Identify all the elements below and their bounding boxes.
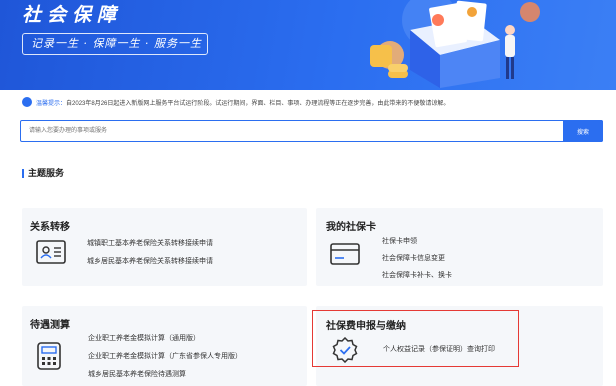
banner: 社会保障 记录一生 · 保障一生 · 服务一生 xyxy=(0,0,616,90)
banner-slogan: 记录一生 · 保障一生 · 服务一生 xyxy=(22,33,208,55)
card-relation-transfer: 关系转移 城镇职工基本养老保险关系转移接续申请 城乡居民基本养老保险关系转移接续… xyxy=(22,208,307,286)
id-card-icon xyxy=(36,240,66,264)
card-item-link[interactable]: 城乡居民基本养老保险待遇测算 xyxy=(88,369,186,379)
bank-card-icon xyxy=(330,243,360,265)
search-bar: 搜索 xyxy=(20,120,603,142)
card-title: 社保费申报与缴纳 xyxy=(326,321,406,332)
card-item-link[interactable]: 个人权益记录（参保证明）查询打印 xyxy=(383,344,495,354)
search-button[interactable]: 搜索 xyxy=(563,120,603,142)
card-item-link[interactable]: 城乡居民基本养老保险关系转移接续申请 xyxy=(87,256,213,266)
card-item-link[interactable]: 城镇职工基本养老保险关系转移接续申请 xyxy=(87,238,213,248)
notice-bar: 温馨提示：自2023年8月26日起进入新版网上服务平台试运行阶段。试运行期间，界… xyxy=(22,97,602,110)
notice-label: 温馨提示： xyxy=(36,101,67,107)
verified-badge-icon xyxy=(332,337,358,363)
card-title: 关系转移 xyxy=(30,222,70,233)
card-item-link[interactable]: 社会保障卡补卡、换卡 xyxy=(382,270,452,280)
card-title: 待遇测算 xyxy=(30,320,70,331)
notice-text: 自2023年8月26日起进入新版网上服务平台试运行阶段。试运行期间，界面、栏目、… xyxy=(66,101,450,107)
banner-title: 社会保障 xyxy=(22,4,123,26)
card-contribution: 社保费申报与缴纳 个人权益记录（参保证明）查询打印 xyxy=(312,306,603,386)
card-benefit-calc: 待遇测算 企业职工养老金模拟计算（通用版） 企业职工养老金模拟计算（广东省参保人… xyxy=(22,306,307,386)
banner-illustration xyxy=(370,0,540,88)
search-input[interactable] xyxy=(21,121,561,141)
calculator-icon xyxy=(37,342,61,370)
card-item-link[interactable]: 企业职工养老金模拟计算（广东省参保人专用版） xyxy=(88,351,242,361)
section-title: 主题服务 xyxy=(22,168,64,179)
bullhorn-icon xyxy=(22,97,32,108)
card-title: 我的社保卡 xyxy=(326,222,376,233)
card-item-link[interactable]: 企业职工养老金模拟计算（通用版） xyxy=(88,333,200,343)
card-my-social-card: 我的社保卡 社保卡申领 社会保障卡信息变更 社会保障卡补卡、换卡 xyxy=(316,208,603,286)
card-item-link[interactable]: 社保卡申领 xyxy=(382,236,417,246)
card-item-link[interactable]: 社会保障卡信息变更 xyxy=(382,253,445,263)
